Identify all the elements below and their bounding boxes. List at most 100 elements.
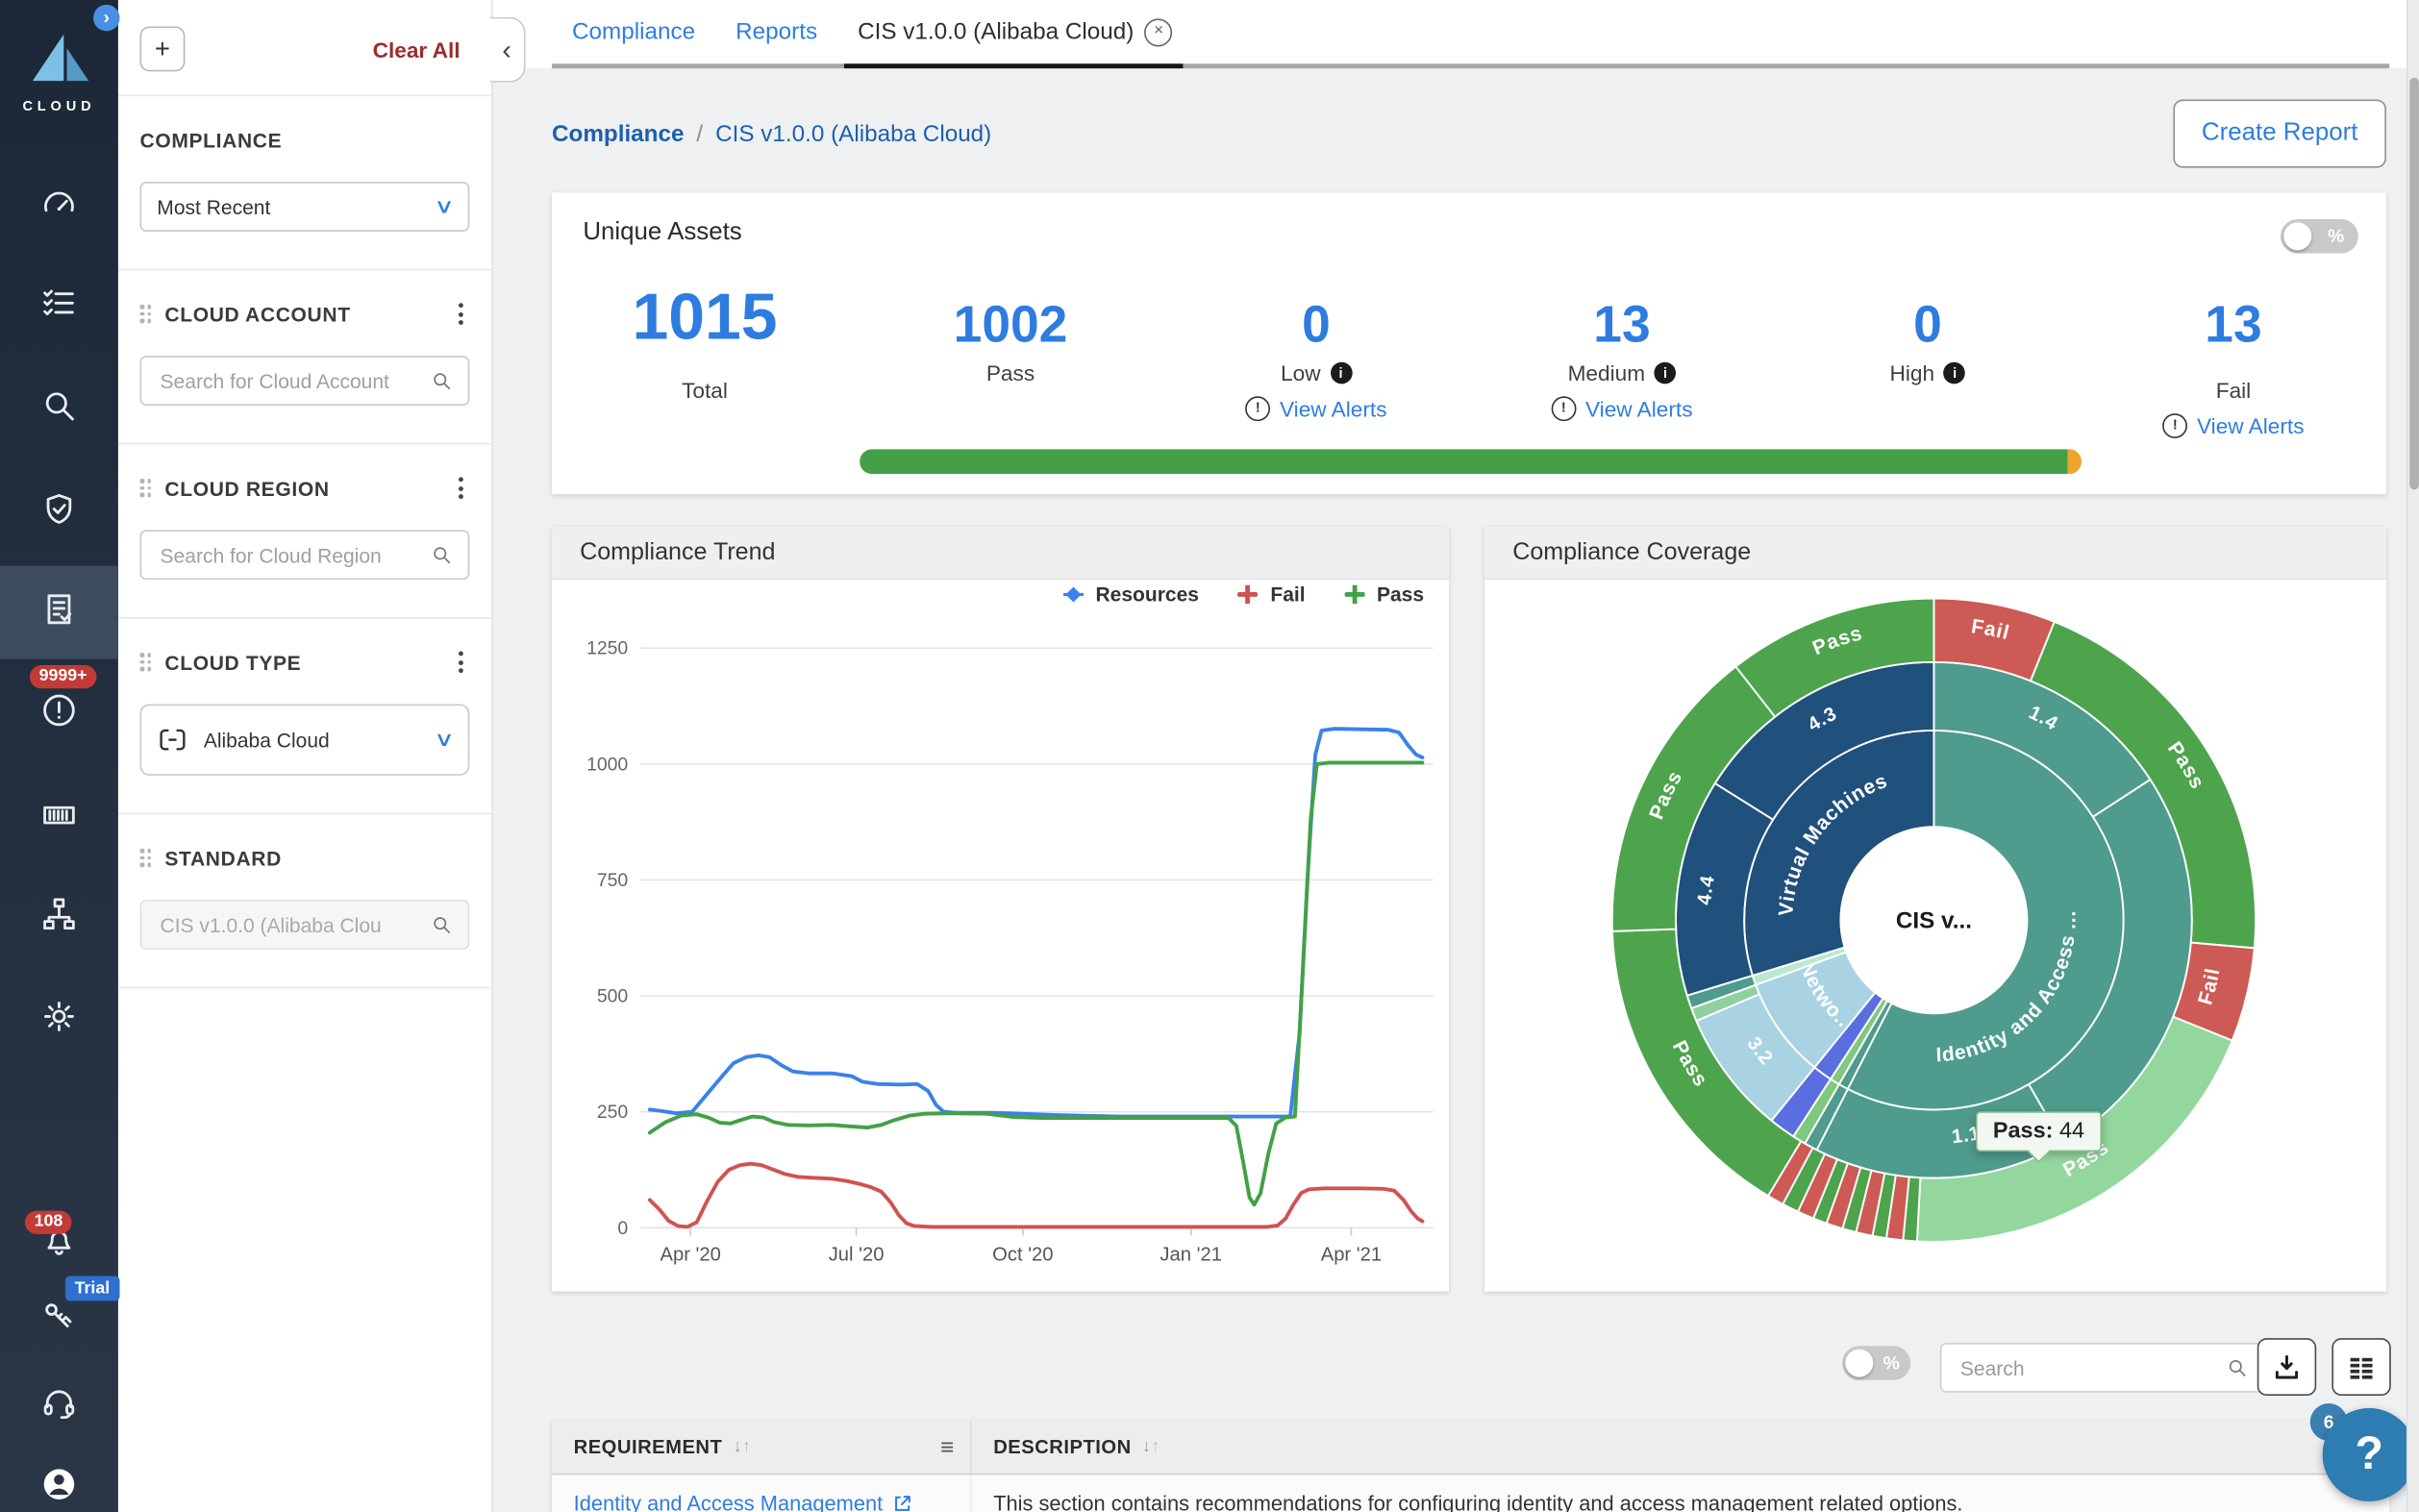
view-alerts-label: View Alerts [2197,413,2305,438]
breadcrumb: Compliance/CIS v1.0.0 (Alibaba Cloud) [552,121,991,147]
collapse-filters-button[interactable]: ‹ [489,17,525,83]
filter-section-label: CLOUD REGION [164,477,329,500]
filter-search-input[interactable] [157,911,421,937]
sidebar-item-shield-check[interactable] [0,489,118,537]
alibaba-cloud-icon [157,724,187,755]
filter-search-input[interactable] [157,541,421,567]
legend-item-fail[interactable]: Fail [1236,582,1306,606]
drag-handle-icon[interactable] [140,305,155,323]
stat-medium: 13Mediumi!View Alerts [1469,277,1775,438]
scrollbar-thumb[interactable] [2409,78,2419,489]
drag-handle-icon[interactable] [140,849,155,867]
legend-item-resources[interactable]: Resources [1061,582,1199,606]
add-filter-button[interactable]: + [140,26,186,71]
trend-line-chart[interactable]: 025050075010001250Apr '20Jul '20Oct '20J… [552,620,1449,1292]
sidebar-item-container[interactable] [0,794,118,842]
search-icon [431,914,453,936]
filter-search-input[interactable] [157,367,421,393]
key-icon [38,1296,79,1336]
gauge-icon [38,184,79,224]
kebab-menu-icon[interactable] [453,474,470,502]
close-tab-icon[interactable]: ✕ [1145,18,1173,46]
stat-total: 1015Total [552,277,858,438]
filter-section-compliance: COMPLIANCEMost Recent∨ [118,96,491,270]
table-row[interactable]: Identity and Access ManagementThis secti… [552,1475,2389,1512]
description-header-label: DESCRIPTION [993,1436,1131,1458]
cloud-type-select[interactable]: Alibaba Cloud∨ [140,704,470,775]
breadcrumb-compliance-link[interactable]: Compliance [552,121,684,147]
legend-item-pass[interactable]: Pass [1342,582,1424,606]
notification-count-badge: 108 [25,1211,72,1234]
clear-all-button[interactable]: Clear All [373,37,461,62]
fail-bar-segment [2067,449,2082,474]
stat-low: 0Lowi!View Alerts [1163,277,1469,438]
column-menu-icon[interactable]: ≡ [940,1434,955,1460]
stat-label-text: Total [682,378,728,403]
view-alerts-link[interactable]: !View Alerts [2081,413,2386,438]
svg-text:250: 250 [597,1102,629,1123]
filter-section-cloud-region: CLOUD REGION [118,444,491,618]
tooltip-value: 44 [2059,1119,2084,1144]
sidebar-item-search[interactable] [0,385,118,434]
sidebar-item-alert-circle[interactable] [0,690,118,738]
column-header-description[interactable]: DESCRIPTION ↓↑ [972,1421,2390,1474]
sidebar-item-gear[interactable] [0,996,118,1044]
compliance-coverage-card: Compliance Coverage Identity and Access … [1484,527,2386,1292]
alert-icon: ! [1551,396,1576,421]
compliance-doc-icon [38,589,79,630]
info-icon[interactable]: i [1944,362,1966,384]
sidebar-expand-button[interactable]: › [93,5,119,31]
tab-compliance[interactable]: Compliance [572,18,695,44]
download-button[interactable] [2257,1338,2316,1396]
legend-marker-plus [1342,582,1365,606]
filter-section-label: STANDARD [164,846,282,869]
sidebar-item-compliance-doc[interactable] [0,589,118,637]
view-alerts-label: View Alerts [1280,396,1387,421]
create-report-button[interactable]: Create Report [2173,99,2386,167]
info-icon[interactable]: i [1330,362,1352,384]
table-percent-toggle[interactable]: % [1842,1346,1910,1380]
filter-select-0[interactable]: Most Recent∨ [140,182,470,232]
view-alerts-link[interactable]: !View Alerts [1469,396,1775,421]
checklist-icon [38,283,79,323]
drag-handle-icon[interactable] [140,479,155,497]
assets-percent-toggle[interactable]: % [2281,219,2358,254]
help-button[interactable]: ? [2323,1408,2416,1501]
table-search-input[interactable] [1958,1354,2217,1380]
sidebar-item-gauge[interactable] [0,184,118,232]
sidebar-item-network[interactable] [0,894,118,942]
sidebar-item-key[interactable] [0,1296,118,1344]
kebab-menu-icon[interactable] [453,648,470,676]
tab-reports[interactable]: Reports [736,18,817,44]
filter-section-header: STANDARD [140,846,470,871]
kebab-menu-icon[interactable] [453,300,470,328]
sidebar-item-headset[interactable] [0,1383,118,1431]
app-sidebar: CLOUD › 9999+108Trial [0,0,118,1512]
stat-label-text: Pass [986,360,1035,385]
info-icon[interactable]: i [1655,362,1677,384]
stat-label-text: Fail [2216,378,2251,403]
sort-icons[interactable]: ↓↑ [1142,1438,1160,1456]
stat-label: Total [552,378,858,403]
sort-icons[interactable]: ↓↑ [734,1438,752,1456]
sidebar-item-user[interactable] [0,1464,118,1512]
coverage-card-header: Compliance Coverage [1484,527,2386,580]
sidebar-item-checklist[interactable] [0,283,118,331]
svg-text:Jan '21: Jan '21 [1160,1244,1222,1265]
column-header-requirement[interactable]: REQUIREMENT ↓↑ ≡ [552,1421,972,1474]
percent-label: % [2328,225,2344,247]
search-icon [431,370,453,392]
view-alerts-link[interactable]: !View Alerts [1163,396,1469,421]
search-icon [2226,1357,2248,1379]
selected-value: Alibaba Cloud [204,729,330,752]
prisma-cloud-logo[interactable]: CLOUD [0,31,118,113]
app-root: CLOUD › 9999+108Trial + Clear All COMPLI… [0,0,2419,1512]
toggle-knob [2283,222,2311,250]
drag-handle-icon[interactable] [140,654,155,672]
tab-cis-v1-0-0-alibaba-cloud-[interactable]: CIS v1.0.0 (Alibaba Cloud)✕ [858,18,1173,46]
coverage-sunburst-chart[interactable]: Identity and Access ...Netwo...Virtual M… [1608,594,2260,1247]
requirement-link[interactable]: Identity and Access Management [574,1491,884,1512]
columns-button[interactable] [2332,1338,2390,1396]
toggle-knob [1845,1349,1873,1376]
svg-text:Apr '20: Apr '20 [660,1244,720,1265]
